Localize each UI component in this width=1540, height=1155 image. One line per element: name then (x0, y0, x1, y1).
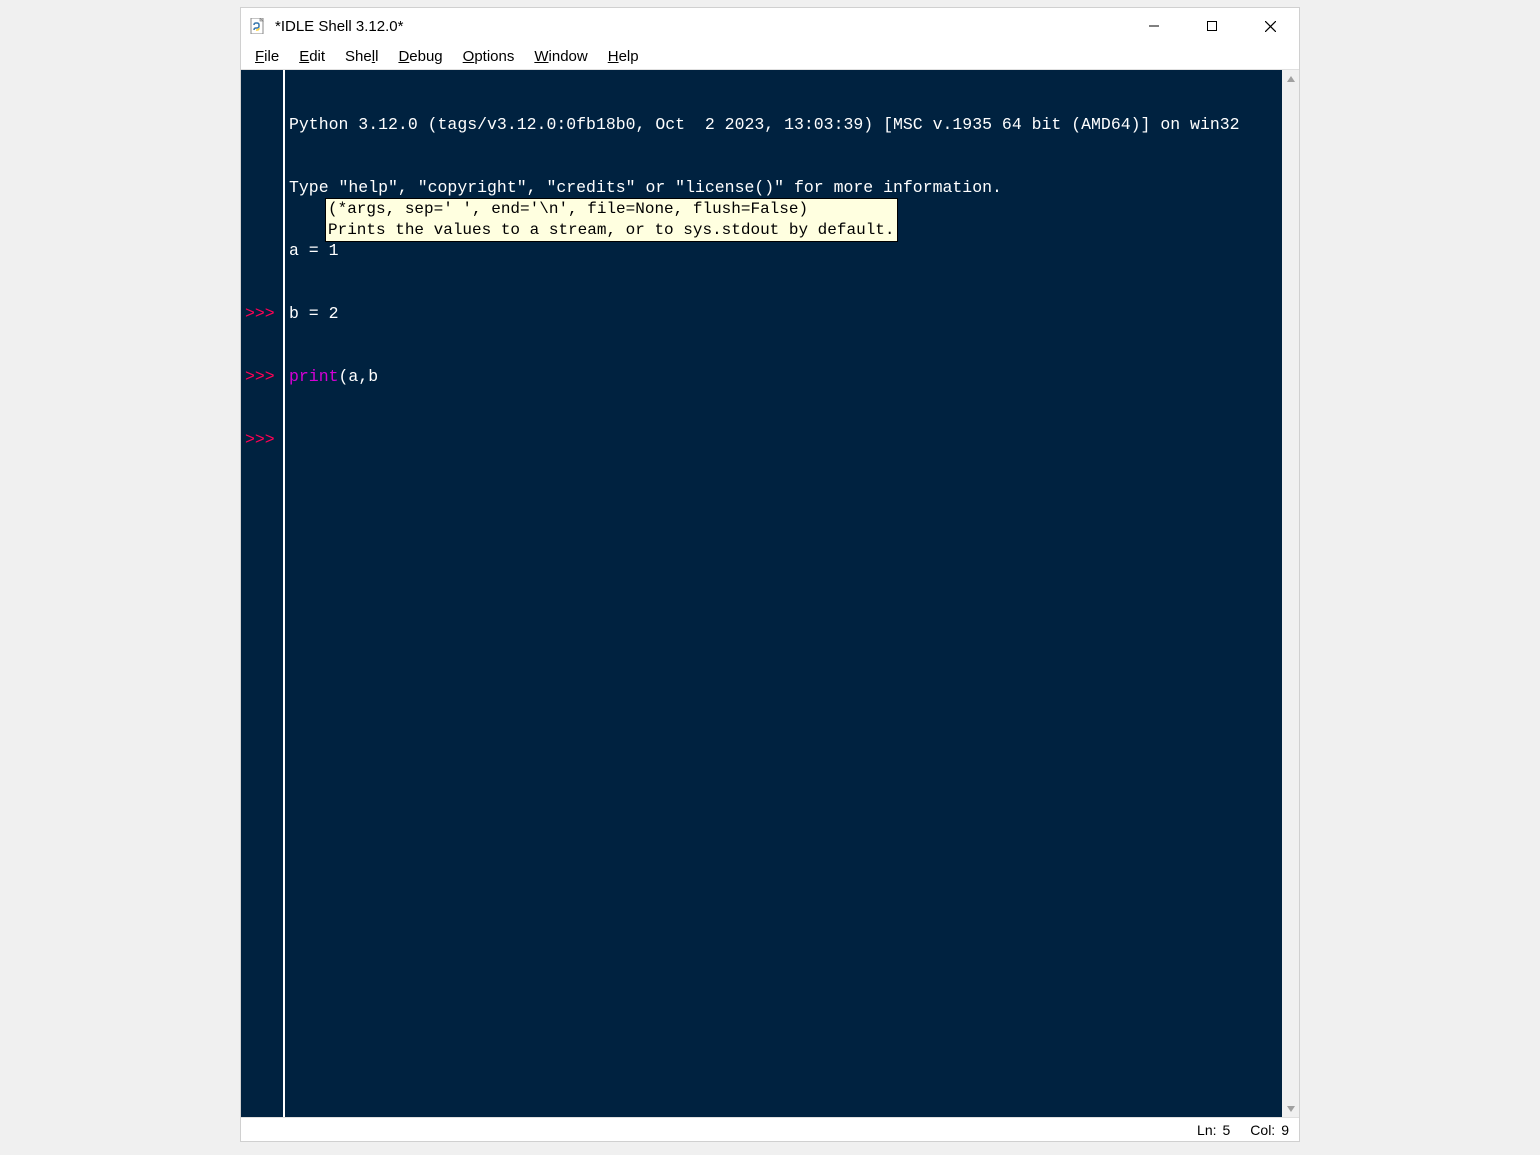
maximize-button[interactable] (1183, 8, 1241, 44)
prompt: >>> (245, 366, 281, 387)
status-ln-label: Ln: (1197, 1122, 1216, 1138)
scroll-up-icon[interactable] (1282, 70, 1299, 87)
python-file-icon (249, 17, 267, 35)
status-col-label: Col: (1250, 1122, 1275, 1138)
menu-help[interactable]: Help (598, 46, 649, 67)
builtin-print: print (289, 367, 339, 386)
prompt-gutter: >>> >>> >>> (241, 70, 285, 1117)
shell-text-area[interactable]: >>> >>> >>> Python 3.12.0 (tags/v3.12.0:… (241, 70, 1299, 1117)
titlebar[interactable]: *IDLE Shell 3.12.0* (241, 8, 1299, 44)
code-line-1: a = 1 (289, 240, 1278, 261)
menu-debug[interactable]: Debug (388, 46, 452, 67)
calltip-signature: (*args, sep=' ', end='\n', file=None, fl… (328, 199, 895, 220)
prompt: >>> (245, 303, 281, 324)
menu-options[interactable]: Options (453, 46, 525, 67)
close-button[interactable] (1241, 8, 1299, 44)
code-line-3: print(a,b (289, 366, 1278, 387)
minimize-button[interactable] (1125, 8, 1183, 44)
menu-file[interactable]: File (245, 46, 289, 67)
python-help-line: Type "help", "copyright", "credits" or "… (289, 177, 1278, 198)
status-col-value: 9 (1281, 1122, 1289, 1138)
calltip-doc: Prints the values to a stream, or to sys… (328, 220, 895, 241)
menu-edit[interactable]: Edit (289, 46, 335, 67)
statusbar: Ln: 5 Col: 9 (241, 1117, 1299, 1141)
menu-window[interactable]: Window (524, 46, 597, 67)
idle-shell-window: *IDLE Shell 3.12.0* File Edit Shell Debu… (240, 7, 1300, 1142)
window-title: *IDLE Shell 3.12.0* (275, 18, 1125, 35)
scroll-down-icon[interactable] (1282, 1100, 1299, 1117)
shell-code-area[interactable]: Python 3.12.0 (tags/v3.12.0:0fb18b0, Oct… (285, 70, 1282, 1117)
prompt: >>> (245, 429, 281, 450)
code-line-2: b = 2 (289, 303, 1278, 324)
calltip-tooltip: (*args, sep=' ', end='\n', file=None, fl… (325, 198, 898, 242)
menubar: File Edit Shell Debug Options Window Hel… (241, 44, 1299, 70)
vertical-scrollbar[interactable] (1282, 70, 1299, 1117)
window-controls (1125, 8, 1299, 44)
python-banner: Python 3.12.0 (tags/v3.12.0:0fb18b0, Oct… (289, 114, 1278, 135)
code-line-3-args: (a,b (339, 367, 379, 386)
menu-shell[interactable]: Shell (335, 46, 388, 67)
status-ln-value: 5 (1223, 1122, 1231, 1138)
